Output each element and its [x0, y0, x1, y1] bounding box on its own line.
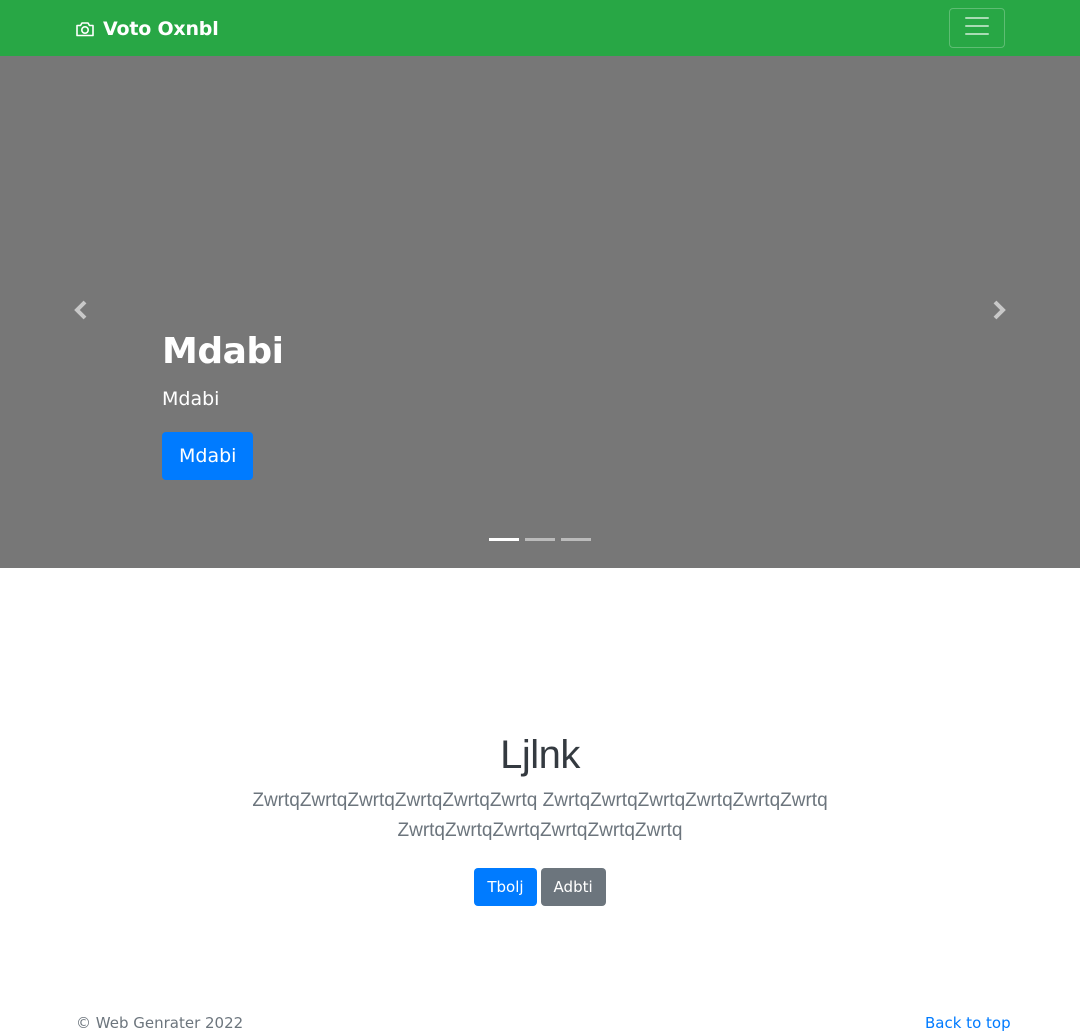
navbar: Voto Oxnbl [0, 0, 1080, 56]
camera-icon [75, 19, 95, 39]
carousel-title: Mdabi [162, 331, 284, 372]
back-to-top-link[interactable]: Back to top [925, 1012, 1011, 1034]
carousel-indicator-1[interactable] [489, 538, 519, 541]
carousel-caption: Mdabi Mdabi Mdabi [162, 330, 284, 480]
jumbotron-buttons: Tbolj Adbti [0, 868, 1080, 906]
primary-button[interactable]: Tbolj [474, 868, 537, 906]
chevron-right-icon [990, 300, 1006, 324]
brand-text: Voto Oxnbl [103, 18, 219, 40]
carousel-prev-button[interactable] [70, 300, 94, 324]
brand-link[interactable]: Voto Oxnbl [75, 16, 219, 42]
carousel-indicator-2[interactable] [525, 538, 555, 541]
carousel-indicator-3[interactable] [561, 538, 591, 541]
carousel-next-button[interactable] [986, 300, 1010, 324]
chevron-left-icon [74, 300, 90, 324]
hamburger-menu-icon [962, 11, 992, 45]
jumbotron-lead: ZwrtqZwrtqZwrtqZwrtqZwrtqZwrtq ZwrtqZwrt… [252, 790, 828, 841]
navbar-toggler-button[interactable] [949, 8, 1005, 48]
carousel-text: Mdabi [162, 388, 220, 410]
jumbotron-title: Ljlnk [500, 733, 580, 777]
footer-copyright: © Web Genrater 2022 [76, 1014, 244, 1032]
carousel-indicators [489, 538, 591, 541]
secondary-button[interactable]: Adbti [540, 868, 606, 906]
hero-carousel: Mdabi Mdabi Mdabi [0, 56, 1080, 568]
carousel-cta-button[interactable]: Mdabi [162, 432, 254, 480]
